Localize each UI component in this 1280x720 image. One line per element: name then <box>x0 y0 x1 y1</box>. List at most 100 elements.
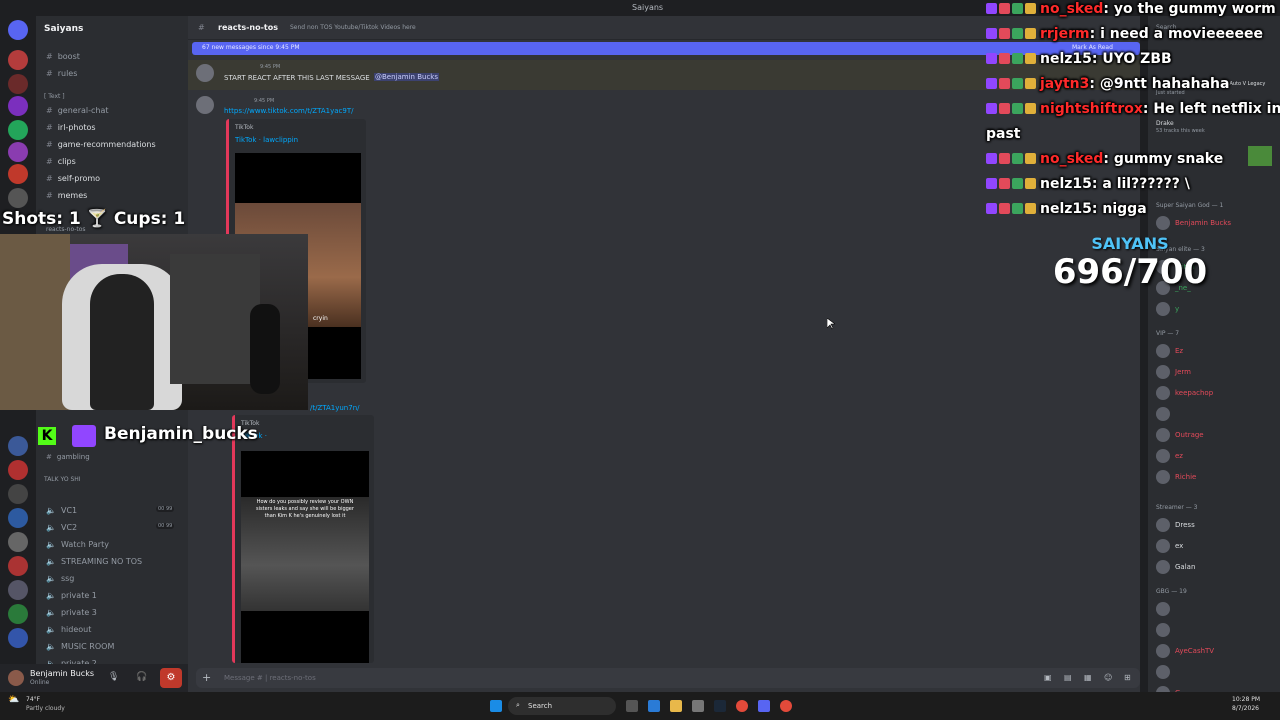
channel-gambling[interactable]: # gambling <box>46 453 90 461</box>
user-mention[interactable]: @Benjamin Bucks <box>374 73 439 81</box>
member-name: ex <box>1175 542 1184 550</box>
discord-taskbar-icon[interactable] <box>758 700 770 712</box>
add-attachment-icon[interactable]: + <box>202 671 211 684</box>
chat-text: nigga <box>1102 201 1147 217</box>
message-input[interactable]: + Message # | reacts-no-tos ▣ ▤ ▦ ☺ ⊞ <box>196 668 1140 688</box>
taskbar-search[interactable]: ⌕ Search <box>508 697 616 715</box>
settings-icon[interactable] <box>692 700 704 712</box>
tiktok-link[interactable]: https://www.tiktok.com/t/ZTA1yac9T/ <box>224 107 353 115</box>
member-item[interactable]: AyeCashTV <box>1156 644 1214 658</box>
voice-channel[interactable]: 🔈 hideout <box>46 625 91 634</box>
server-icon[interactable] <box>8 556 28 576</box>
speaker-icon: 🔈 <box>46 574 56 583</box>
server-icon[interactable] <box>8 120 28 140</box>
chrome-icon[interactable] <box>780 700 792 712</box>
embed-title[interactable]: TikTok · lawclippin <box>235 136 298 144</box>
server-name[interactable]: Saiyans <box>44 24 83 34</box>
member-item[interactable]: y <box>1156 302 1179 316</box>
channel-label: rules <box>57 69 78 78</box>
member-item[interactable]: Galan <box>1156 560 1195 574</box>
user-status: Online <box>30 679 50 686</box>
voice-channel[interactable]: 🔈 private 1 <box>46 591 97 600</box>
settings-gear-icon[interactable]: ⚙ <box>160 668 182 688</box>
member-item[interactable] <box>1156 665 1175 679</box>
member-item[interactable]: Benjamin Bucks <box>1156 216 1231 230</box>
headphones-icon[interactable]: 🎧 <box>136 672 147 682</box>
server-icon[interactable] <box>8 436 28 456</box>
member-item[interactable] <box>1156 623 1175 637</box>
voice-channel[interactable]: 🔈 MUSIC ROOM <box>46 642 114 651</box>
channel-label: boost <box>57 52 80 61</box>
channel-irl-photos[interactable]: # irl-photos <box>46 123 96 132</box>
steam-icon[interactable] <box>714 700 726 712</box>
member-item[interactable] <box>1156 602 1175 616</box>
member-item[interactable]: Richie <box>1156 470 1196 484</box>
member-item[interactable]: Jerm <box>1156 365 1191 379</box>
member-item[interactable]: Dress <box>1156 518 1195 532</box>
member-item[interactable]: Outrage <box>1156 428 1204 442</box>
server-icon[interactable] <box>8 164 28 184</box>
speaker-icon: 🔈 <box>46 540 56 549</box>
channel-general-chat[interactable]: # general-chat <box>46 106 109 115</box>
voice-channel[interactable]: 🔈 VC1 00 99 <box>46 506 175 515</box>
voice-channel[interactable]: 🔈 VC2 00 99 <box>46 523 175 532</box>
channel-self-promo[interactable]: # self-promo <box>46 174 100 183</box>
server-icon[interactable] <box>8 50 28 70</box>
video-thumbnail[interactable]: How do you possibly review your OWN sist… <box>241 451 369 663</box>
search-icon: ⌕ <box>516 701 520 709</box>
server-icon[interactable] <box>8 580 28 600</box>
channel-boost[interactable]: # boost <box>46 52 80 61</box>
server-icon[interactable] <box>8 188 28 208</box>
tiktok-link[interactable]: /t/ZTA1yun7n/ <box>310 404 360 412</box>
discord-home-icon[interactable] <box>8 20 28 40</box>
server-icon[interactable] <box>8 604 28 624</box>
channel-memes[interactable]: # memes <box>46 191 87 200</box>
task-view-icon[interactable] <box>626 700 638 712</box>
member-item[interactable]: ez <box>1156 449 1183 463</box>
mic-icon[interactable]: 🎙 <box>108 672 119 682</box>
member-item[interactable]: Ez <box>1156 344 1183 358</box>
new-messages-text: 67 new messages since 9:45 PM <box>202 44 300 51</box>
chrome-icon[interactable] <box>736 700 748 712</box>
emoji-icon[interactable]: ☺ <box>1104 673 1112 682</box>
channel-label: game-recommendations <box>57 140 156 149</box>
voice-channel[interactable]: 🔈 Watch Party <box>46 540 109 549</box>
server-icon[interactable] <box>8 96 28 116</box>
chat-text: i need a movieeeeee <box>1100 26 1264 42</box>
microphone <box>250 304 280 394</box>
server-icon[interactable] <box>8 460 28 480</box>
server-icon[interactable] <box>8 484 28 504</box>
channel-rules[interactable]: # rules <box>46 69 77 78</box>
voice-channel[interactable]: 🔈 private 3 <box>46 608 97 617</box>
channel-clips[interactable]: # clips <box>46 157 76 166</box>
member-item[interactable] <box>1156 407 1175 421</box>
server-icon[interactable] <box>8 142 28 162</box>
gift-icon[interactable]: ▣ <box>1044 673 1052 682</box>
member-item[interactable]: keepachop <box>1156 386 1213 400</box>
server-icon[interactable] <box>8 74 28 94</box>
edge-icon[interactable] <box>648 700 660 712</box>
weather-temp[interactable]: 74°F <box>26 696 40 703</box>
channel-game-recommendations[interactable]: # game-recommendations <box>46 140 156 149</box>
voice-channel[interactable]: 🔈 STREAMING NO TOS <box>46 557 142 566</box>
voice-channel[interactable]: 🔈 ssg <box>46 574 74 583</box>
file-explorer-icon[interactable] <box>670 700 682 712</box>
speaker-icon: 🔈 <box>46 608 56 617</box>
chat-badge-icon <box>999 3 1010 14</box>
avatar[interactable] <box>8 670 24 686</box>
gif-icon[interactable]: ▤ <box>1064 673 1072 682</box>
category-text[interactable]: [ Text ] <box>44 93 65 100</box>
sticker-icon[interactable]: ▦ <box>1084 673 1092 682</box>
server-icon[interactable] <box>8 508 28 528</box>
channel-label: hideout <box>60 625 92 634</box>
server-icon[interactable] <box>8 628 28 648</box>
user-name: Benjamin Bucks <box>30 669 94 678</box>
clock-time[interactable]: 10:28 PM <box>1232 696 1260 703</box>
apps-icon[interactable]: ⊞ <box>1124 673 1131 682</box>
windows-start-icon[interactable] <box>490 700 502 712</box>
server-icon[interactable] <box>8 532 28 552</box>
category-voice[interactable]: TALK YO SHI <box>44 476 81 483</box>
clock-date[interactable]: 8/7/2026 <box>1232 705 1259 712</box>
member-item[interactable]: ex <box>1156 539 1183 553</box>
chat-badge-icon <box>1025 153 1036 164</box>
